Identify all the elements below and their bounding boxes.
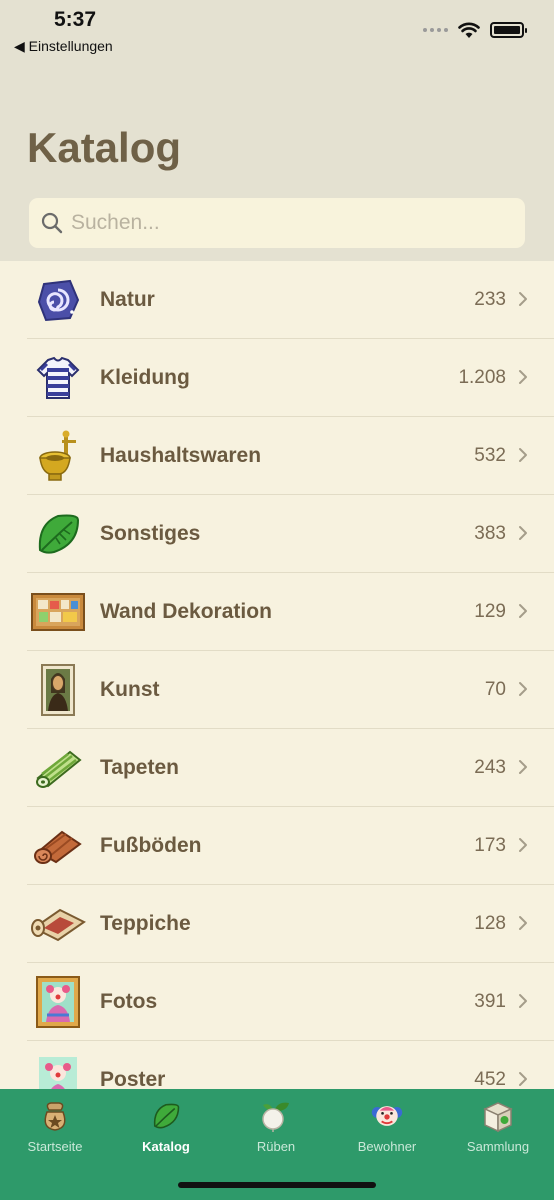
category-count: 532	[474, 445, 506, 466]
search-bar[interactable]	[29, 198, 525, 248]
category-row-haushaltswaren[interactable]: Haushaltswaren 532	[0, 417, 554, 495]
back-to-settings-link[interactable]: ◀ Einstellungen	[14, 38, 113, 55]
chevron-right-icon	[519, 916, 527, 930]
chevron-right-icon	[519, 760, 527, 774]
category-count: 1.208	[458, 367, 506, 388]
chevron-right-icon	[519, 838, 527, 852]
bell-bag-icon	[38, 1099, 72, 1133]
category-label: Kunst	[100, 678, 160, 701]
category-label: Wand Dekoration	[100, 600, 272, 623]
search-icon	[41, 212, 63, 234]
category-row-kunst[interactable]: Kunst 70	[0, 651, 554, 729]
chevron-right-icon	[519, 994, 527, 1008]
chevron-right-icon	[519, 682, 527, 696]
search-input[interactable]	[71, 211, 491, 235]
signal-dots-icon	[423, 28, 448, 32]
photo-frame-icon	[30, 975, 86, 1029]
category-label: Haushaltswaren	[100, 444, 262, 467]
leaf-icon	[30, 507, 86, 561]
tab-startseite[interactable]: Startseite	[0, 1099, 110, 1154]
category-label: Natur	[100, 288, 155, 311]
category-row-teppiche[interactable]: Teppiche 128	[0, 885, 554, 963]
tab-label: Rüben	[256, 1139, 296, 1154]
category-count: 173	[474, 835, 506, 856]
category-count: 233	[474, 289, 506, 310]
battery-icon	[490, 22, 527, 38]
category-label: Teppiche	[100, 912, 191, 935]
category-list: Natur 233 Kleidung 1.208 Haushaltswaren …	[0, 261, 554, 1089]
wallpaper-roll-icon	[30, 741, 86, 795]
chevron-right-icon	[519, 526, 527, 540]
category-label: Tapeten	[100, 756, 179, 779]
category-count: 391	[474, 991, 506, 1012]
wifi-icon	[458, 22, 480, 38]
flooring-roll-icon	[30, 819, 86, 873]
category-label: Kleidung	[100, 366, 190, 389]
home-indicator[interactable]	[178, 1182, 376, 1188]
category-row-poster[interactable]: Poster 452	[0, 1041, 554, 1089]
category-label: Fotos	[100, 990, 158, 1013]
category-label: Sonstiges	[100, 522, 201, 545]
tab-bewohner[interactable]: Bewohner	[332, 1099, 442, 1154]
tab-label: Startseite	[27, 1139, 83, 1154]
category-row-kleidung[interactable]: Kleidung 1.208	[0, 339, 554, 417]
status-indicators	[423, 20, 527, 40]
category-row-fotos[interactable]: Fotos 391	[0, 963, 554, 1041]
chevron-right-icon	[519, 1072, 527, 1086]
bulletin-board-icon	[30, 585, 86, 639]
category-count: 452	[474, 1069, 506, 1089]
chevron-right-icon	[519, 370, 527, 384]
page-title: Katalog	[27, 124, 182, 171]
chevron-right-icon	[519, 292, 527, 306]
category-row-sonstiges[interactable]: Sonstiges 383	[0, 495, 554, 573]
header: 5:37 ◀ Einstellungen Katalog	[0, 0, 554, 261]
category-row-fussboeden[interactable]: Fußböden 173	[0, 807, 554, 885]
tab-sammlung[interactable]: Sammlung	[443, 1099, 553, 1154]
tab-label: Bewohner	[357, 1139, 417, 1154]
category-count: 383	[474, 523, 506, 544]
tab-katalog[interactable]: Katalog	[111, 1099, 221, 1154]
box-icon	[481, 1099, 515, 1133]
rug-icon	[30, 897, 86, 951]
category-count: 128	[474, 913, 506, 934]
category-count: 70	[484, 679, 506, 700]
category-count: 243	[474, 757, 506, 778]
fossil-icon	[30, 273, 86, 327]
category-label: Poster	[100, 1068, 166, 1089]
category-row-tapeten[interactable]: Tapeten 243	[0, 729, 554, 807]
turnip-icon	[259, 1099, 293, 1133]
tab-label: Katalog	[142, 1139, 190, 1154]
painting-icon	[30, 663, 86, 717]
status-time: 5:37	[54, 8, 97, 31]
category-row-natur[interactable]: Natur 233	[0, 261, 554, 339]
category-label: Fußböden	[100, 834, 202, 857]
chevron-right-icon	[519, 604, 527, 618]
poster-icon	[30, 1053, 86, 1089]
leaf-icon	[149, 1099, 183, 1133]
villager-icon	[370, 1099, 404, 1133]
tab-label: Sammlung	[466, 1139, 530, 1154]
chevron-right-icon	[519, 448, 527, 462]
golden-toilet-icon	[30, 429, 86, 483]
striped-shirt-icon	[30, 351, 86, 405]
category-row-wand-dekoration[interactable]: Wand Dekoration 129	[0, 573, 554, 651]
tab-rueben[interactable]: Rüben	[221, 1099, 331, 1154]
category-count: 129	[474, 601, 506, 622]
